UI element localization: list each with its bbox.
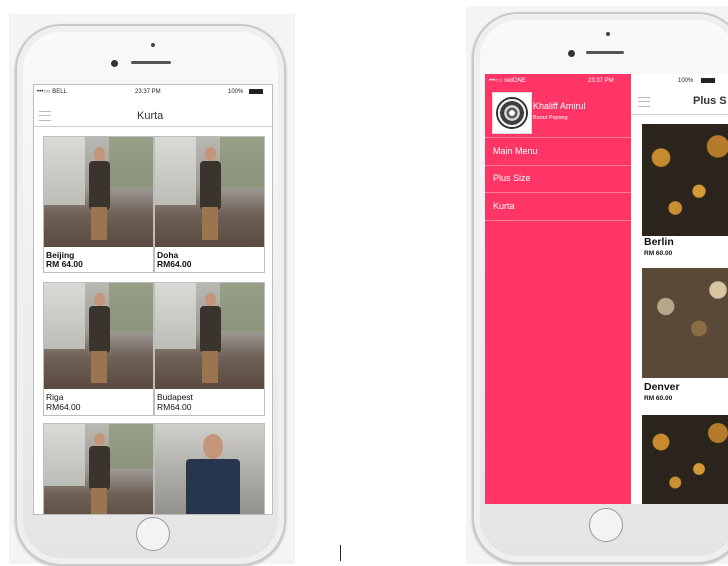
- carrier-label: •••○○ redONE: [489, 78, 526, 84]
- drawer-item-label: Main Menu: [493, 146, 538, 156]
- status-bar: 100%: [631, 74, 728, 88]
- battery-icon: [701, 78, 715, 83]
- drawer-item-label: Plus Size: [493, 173, 531, 183]
- product-photo: [44, 283, 153, 389]
- drawer-item-plus-size[interactable]: Plus Size: [485, 165, 631, 193]
- front-camera: [568, 50, 575, 57]
- proximity-sensor: [151, 43, 155, 47]
- nav-bar: Plus S: [631, 88, 728, 115]
- product-card[interactable]: Berlin RM 60.00: [642, 124, 728, 261]
- menu-icon[interactable]: [39, 111, 51, 121]
- front-camera: [111, 60, 118, 67]
- nav-bar: Kurta: [34, 104, 272, 127]
- logo-badge-icon: [496, 97, 528, 129]
- product-card[interactable]: Riga RM64.00: [43, 282, 154, 416]
- avatar[interactable]: [492, 92, 532, 134]
- time-label: 23:37 PM: [135, 89, 161, 95]
- page-title: Kurta: [137, 110, 164, 122]
- product-price: RM64.00: [157, 402, 192, 412]
- product-photo: [155, 424, 264, 514]
- product-price: RM64.00: [157, 259, 192, 269]
- time-label: 23:37 PM: [588, 78, 614, 84]
- product-card[interactable]: Budapest RM64.00: [154, 282, 265, 416]
- menu-icon[interactable]: [638, 97, 650, 107]
- product-price: RM 64.00: [46, 259, 83, 269]
- product-photo: [642, 124, 728, 236]
- home-button[interactable]: [136, 517, 170, 551]
- left-phone: •••○○ BELL 23:37 PM 100% Kurta Beijing R…: [15, 24, 286, 566]
- product-photo: [155, 137, 264, 247]
- drawer-item-label: Kurta: [493, 201, 515, 211]
- product-name: Berlin: [644, 236, 674, 248]
- right-screen: 100% Plus S Berlin RM 60.00 Denver RM 60…: [485, 74, 728, 504]
- speaker-grille: [586, 51, 624, 54]
- product-name: Riga: [46, 392, 64, 402]
- product-card[interactable]: Doha RM64.00: [154, 136, 265, 273]
- right-phone: 100% Plus S Berlin RM 60.00 Denver RM 60…: [472, 12, 728, 564]
- product-card[interactable]: Denver RM 60.00: [642, 268, 728, 408]
- product-price: RM 60.00: [644, 250, 673, 257]
- product-photo: [44, 137, 153, 247]
- home-button[interactable]: [589, 508, 623, 542]
- drawer-item-kurta[interactable]: Kurta: [485, 193, 631, 221]
- product-card[interactable]: [43, 423, 154, 514]
- battery-label: 100%: [228, 89, 244, 95]
- speaker-grille: [131, 61, 171, 64]
- user-name: Khaliff Amirul: [533, 101, 586, 111]
- status-bar: •••○○ BELL 23:37 PM 100%: [34, 85, 272, 99]
- drawer-item-main-menu[interactable]: Main Menu: [485, 137, 631, 166]
- user-location: Bunut Payong: [533, 115, 568, 121]
- product-photo: [44, 424, 153, 514]
- product-price: RM 60.00: [644, 395, 673, 402]
- carrier-label: •••○○ BELL: [37, 89, 67, 95]
- left-screen: •••○○ BELL 23:37 PM 100% Kurta Beijing R…: [33, 84, 273, 515]
- product-name: Denver: [644, 381, 680, 393]
- proximity-sensor: [606, 32, 610, 36]
- page-title: Plus S: [693, 95, 727, 107]
- product-card[interactable]: Beijing RM 64.00: [43, 136, 154, 273]
- side-drawer: •••○○ redONE 23:37 PM Khaliff Amirul Bun…: [485, 74, 631, 504]
- product-card[interactable]: [642, 415, 728, 504]
- status-bar: •••○○ redONE 23:37 PM: [485, 74, 631, 88]
- product-photo: [642, 415, 728, 504]
- product-name: Budapest: [157, 392, 193, 402]
- product-photo: [642, 268, 728, 378]
- product-photo: [155, 283, 264, 389]
- product-card[interactable]: [154, 423, 265, 514]
- product-price: RM64.00: [46, 402, 81, 412]
- text-cursor: [340, 545, 341, 561]
- main-content: 100% Plus S Berlin RM 60.00 Denver RM 60…: [631, 74, 728, 504]
- battery-label: 100%: [678, 78, 694, 84]
- battery-icon: [249, 89, 263, 94]
